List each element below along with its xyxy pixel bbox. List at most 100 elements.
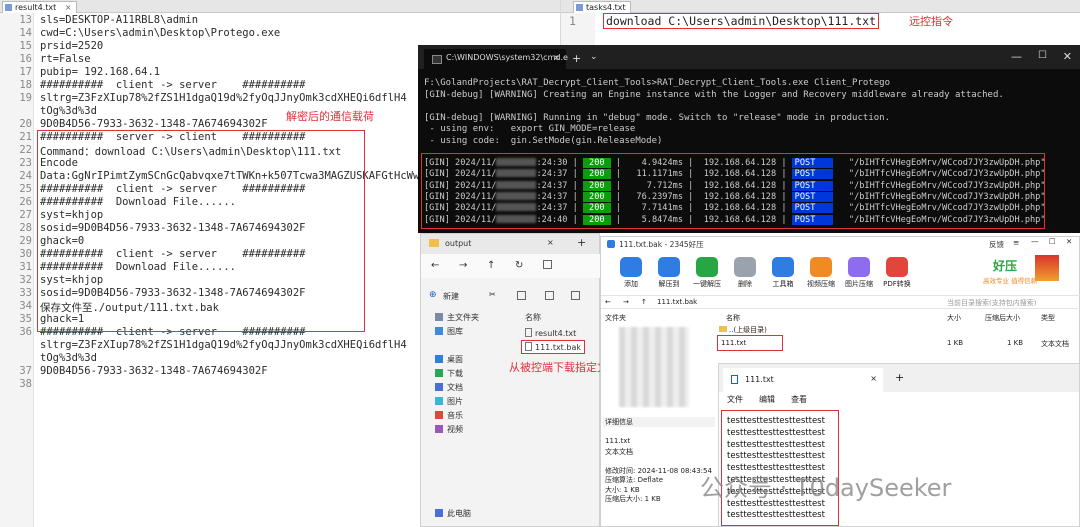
zip-tool-icon: [848, 257, 870, 277]
minimize-icon[interactable]: —: [1031, 237, 1039, 246]
new-tab-icon[interactable]: +: [895, 371, 904, 384]
close-tab-icon[interactable]: ×: [547, 238, 554, 247]
sidebar-item[interactable]: 此电脑: [435, 508, 471, 519]
maximize-icon[interactable]: ☐: [1049, 237, 1056, 246]
zip-tool-button[interactable]: 删除: [725, 257, 765, 289]
column-packed[interactable]: 压缩后大小: [985, 313, 1020, 323]
cmd-output-line: - using code: gin.SetMode(gin.ReleaseMod…: [424, 135, 663, 146]
column-type[interactable]: 类型: [1041, 313, 1055, 323]
back-icon[interactable]: ←: [605, 298, 611, 306]
code-line: 9D0B4D56-7933-3632-1348-7A674694302F: [40, 118, 268, 130]
zip-tool-button[interactable]: 图片压缩: [839, 257, 879, 289]
new-icon[interactable]: ⊕: [429, 290, 437, 300]
file-item-result4[interactable]: result4.txt: [525, 328, 576, 338]
line-number: 27: [19, 209, 32, 221]
menu-item[interactable]: 编辑: [759, 394, 775, 405]
sidebar-item[interactable]: 图片: [435, 396, 463, 407]
cmd-output-line: [GIN-debug] [WARNING] Running in "debug"…: [424, 112, 890, 123]
back-icon[interactable]: ←: [431, 260, 439, 271]
sidebar-item[interactable]: 视频: [435, 424, 463, 435]
cmd-tab[interactable]: C:\WINDOWS\system32\cmd.e ×: [424, 49, 568, 69]
zip-row-parent[interactable]: ..(上级目录): [719, 325, 767, 335]
column-name[interactable]: 名称: [726, 313, 740, 323]
new-tab-icon[interactable]: +: [577, 236, 586, 249]
sidebar-icon: [435, 411, 443, 419]
sidebar-label: 图片: [447, 397, 463, 406]
menu-icon[interactable]: ≡: [1013, 238, 1019, 247]
line-number: 34: [19, 300, 32, 312]
text-line: testtesttesttesttesttest: [727, 427, 825, 438]
file-item-111-bak[interactable]: 111.txt.bak: [521, 340, 585, 354]
close-tab-icon[interactable]: ×: [553, 53, 560, 62]
code-line: prsid=2520: [40, 40, 104, 52]
cmd-output-line: [GIN-debug] [WARNING] Creating an Engine…: [424, 89, 1004, 100]
command-text[interactable]: download C:\Users\admin\Desktop\111.txt: [606, 14, 876, 28]
maximize-icon[interactable]: ☐: [1038, 50, 1047, 61]
sidebar-item[interactable]: 音乐: [435, 410, 463, 421]
zip-tool-button[interactable]: 解压到: [649, 257, 689, 289]
close-icon[interactable]: ✕: [1066, 237, 1072, 246]
view-icon[interactable]: [543, 260, 552, 269]
up-icon[interactable]: ↑: [641, 298, 647, 306]
terminal-icon: [432, 55, 442, 64]
line-number: 26: [19, 196, 32, 208]
line-number: 18: [19, 79, 32, 91]
code-line: 9D0B4D56-7933-3632-1348-7A674694302F: [40, 365, 268, 377]
up-icon[interactable]: ↑: [487, 260, 495, 271]
new-button[interactable]: 新建: [443, 291, 459, 302]
zip-app-icon: [607, 240, 615, 248]
line-number: 22: [19, 144, 32, 156]
forward-icon[interactable]: →: [623, 298, 629, 306]
column-size[interactable]: 大小: [947, 313, 961, 323]
zip-tool-button[interactable]: 添加: [611, 257, 651, 289]
folder-icon: [429, 239, 439, 247]
line-number: 23: [19, 157, 32, 169]
line-number: 16: [19, 53, 32, 65]
sidebar-item[interactable]: 图库: [435, 326, 463, 337]
line-number: 1: [569, 14, 576, 28]
close-icon[interactable]: ✕: [1063, 50, 1072, 63]
highlight-box-gin: [421, 153, 1045, 229]
notepad-tab-title: 111.txt: [745, 375, 774, 384]
zip-search-input[interactable]: 当前目录搜索(支持包内搜索): [947, 298, 1036, 308]
explorer-tab-title[interactable]: output: [445, 239, 471, 248]
minimize-icon[interactable]: —: [1011, 50, 1022, 63]
menu-item[interactable]: 查看: [791, 394, 807, 405]
line-number-gutter: [561, 13, 595, 45]
sidebar-item[interactable]: 桌面: [435, 354, 463, 365]
refresh-icon[interactable]: ↻: [515, 260, 523, 271]
code-line: cwd=C:\Users\admin\Desktop\Protego.exe: [40, 27, 281, 39]
sidebar-item[interactable]: 下载: [435, 368, 463, 379]
zip-row-111[interactable]: 111.txt: [721, 339, 746, 347]
sidebar-item[interactable]: 主文件夹: [435, 312, 479, 323]
sidebar-label: 文档: [447, 383, 463, 392]
zip-tool-button[interactable]: PDF转换: [877, 257, 917, 289]
tab-result4[interactable]: result4.txt ×: [2, 1, 77, 13]
text-line: testtesttesttesttesttest: [727, 451, 825, 462]
new-tab-icon[interactable]: +: [572, 52, 581, 65]
cut-icon[interactable]: ✂: [489, 290, 496, 299]
zip-tool-button[interactable]: 一键解压: [687, 257, 727, 289]
close-icon[interactable]: ×: [65, 3, 72, 12]
feedback-link[interactable]: 反馈: [989, 239, 1004, 250]
menu-item[interactable]: 文件: [727, 394, 743, 405]
sidebar-item[interactable]: 文档: [435, 382, 463, 393]
close-tab-icon[interactable]: ×: [870, 374, 877, 383]
zip-titlebar: 111.txt.bak - 2345好压 反馈 ≡ — ☐ ✕: [601, 237, 1079, 251]
zip-tool-button[interactable]: 工具箱: [763, 257, 803, 289]
zip-path[interactable]: 111.txt.bak: [657, 298, 897, 309]
copy-icon[interactable]: [517, 291, 526, 300]
zip-tool-button[interactable]: 视频压缩: [801, 257, 841, 289]
chevron-down-icon[interactable]: ⌄: [590, 52, 598, 62]
sidebar-icon: [435, 313, 443, 321]
blurred-folder-tree: [619, 327, 689, 407]
paste-icon[interactable]: [545, 291, 554, 300]
line-number: 13: [19, 14, 32, 26]
row-name: 111.txt: [721, 339, 747, 347]
forward-icon[interactable]: →: [459, 260, 467, 271]
column-name[interactable]: 名称: [525, 312, 541, 323]
notepad-tab[interactable]: 111.txt ×: [723, 368, 883, 392]
rename-icon[interactable]: [571, 291, 580, 300]
tab-tasks4[interactable]: tasks4.txt: [573, 1, 631, 13]
line-number: 36: [19, 326, 32, 338]
